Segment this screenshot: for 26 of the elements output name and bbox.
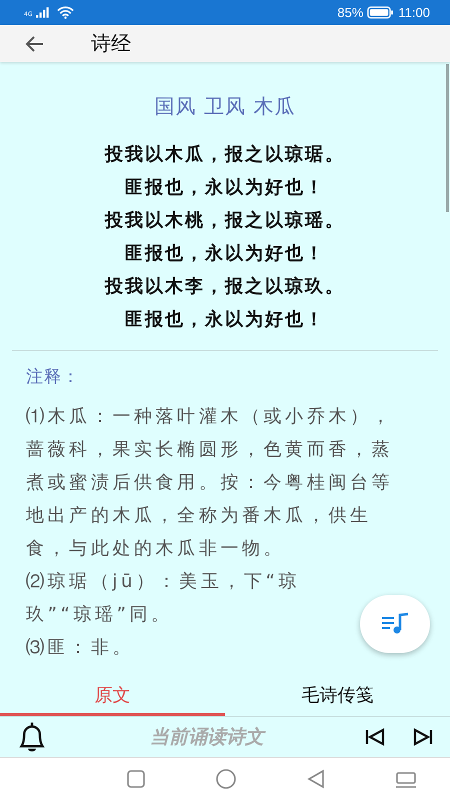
poem-line: 匪报也，永以为好也！ bbox=[125, 176, 325, 200]
poem-title: 国风 卫风 木瓜 bbox=[154, 93, 296, 120]
poem-line: 匪报也，永以为好也！ bbox=[125, 242, 325, 266]
wifi-icon bbox=[57, 6, 74, 19]
playlist-button[interactable] bbox=[360, 595, 430, 653]
tab[interactable]: 毛诗传笺 bbox=[225, 676, 450, 716]
poem-line: 投我以木瓜，报之以琼琚。 bbox=[105, 143, 345, 167]
battery-icon bbox=[367, 6, 394, 19]
back-icon[interactable] bbox=[305, 768, 327, 790]
now-reading-label: 当前诵读诗文 bbox=[149, 725, 267, 750]
poem-line: 投我以木李，报之以琼玖。 bbox=[105, 275, 345, 299]
note-text: ⑴木瓜：一种落叶灌木（或小乔木），蔷薇科，果实长椭圆形，色黄而香，蒸煮或蜜渍后供食用。按：今粤桂闽台等地出产的木瓜，全称为番木瓜，供生食，与此处的木瓜非一物。 bbox=[26, 405, 394, 561]
clock: 11:00 bbox=[398, 5, 430, 20]
note-text: ⑶匪：非。 bbox=[26, 636, 135, 660]
home-icon[interactable] bbox=[215, 768, 237, 790]
notes-heading: 注释： bbox=[26, 366, 81, 388]
previous-icon[interactable] bbox=[364, 726, 386, 748]
signal-icon bbox=[36, 7, 50, 18]
recents-icon[interactable] bbox=[125, 768, 147, 790]
music-list-icon bbox=[380, 612, 410, 636]
battery-percent: 85% bbox=[337, 5, 364, 20]
poem-line: 匪报也，永以为好也！ bbox=[125, 308, 325, 332]
poem-line: 投我以木桃，报之以琼瑶。 bbox=[105, 209, 345, 233]
next-icon[interactable] bbox=[412, 726, 434, 748]
note-text: ⑵琼琚（jū）：美玉，下“琼玖”“琼瑶”同。 bbox=[26, 570, 302, 627]
screen-title: 诗经 bbox=[91, 30, 131, 57]
